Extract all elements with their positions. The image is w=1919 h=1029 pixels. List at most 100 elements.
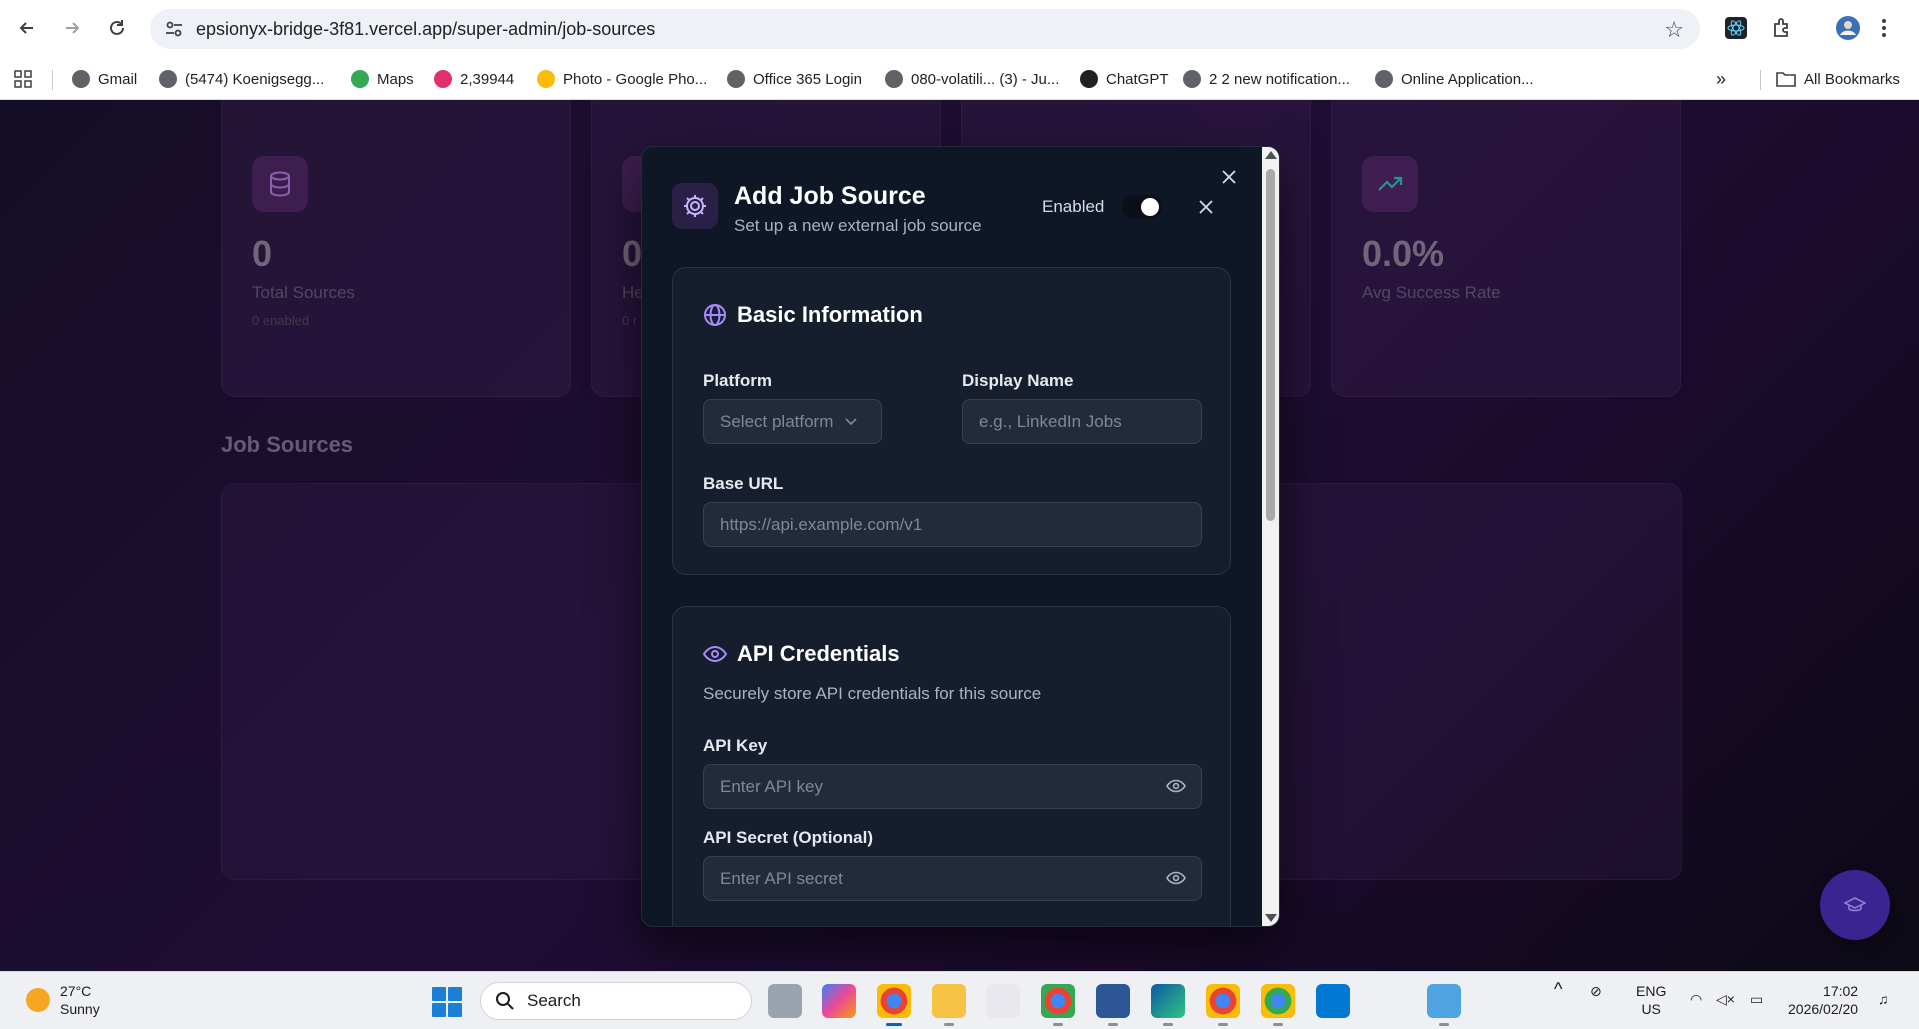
bookmark-item[interactable]: ChatGPT bbox=[1080, 67, 1169, 91]
api-secret-input[interactable] bbox=[703, 856, 1202, 901]
globe-icon bbox=[1375, 70, 1393, 88]
all-bookmarks-button[interactable]: All Bookmarks bbox=[1776, 67, 1900, 91]
close-icon bbox=[1199, 200, 1213, 214]
site-settings-icon[interactable] bbox=[164, 19, 184, 39]
toggle-api-secret-visibility[interactable] bbox=[1165, 867, 1187, 889]
chrome-profile-t-icon[interactable] bbox=[1206, 984, 1240, 1026]
task-view-icon[interactable] bbox=[768, 984, 802, 1018]
panel-heading: Basic Information bbox=[703, 302, 923, 328]
bookmark-label: Office 365 Login bbox=[753, 70, 862, 88]
globe-icon bbox=[704, 304, 726, 326]
eye-icon bbox=[1166, 871, 1186, 885]
bookmark-label: (5474) Koenigsegg... bbox=[185, 70, 325, 88]
onedrive-icon[interactable]: ⊘ bbox=[1590, 982, 1602, 1000]
platform-select[interactable]: Select platform bbox=[703, 399, 882, 444]
weather-widget[interactable]: 27°C Sunny bbox=[26, 982, 100, 1018]
add-job-source-modal: Add Job Source Set up a new external job… bbox=[641, 146, 1280, 927]
taskbar-search[interactable]: Search bbox=[480, 982, 752, 1020]
chrome-profile-t2-icon[interactable] bbox=[1261, 984, 1295, 1026]
globe-icon bbox=[72, 70, 90, 88]
word-icon[interactable] bbox=[1096, 984, 1130, 1026]
bookmark-label: ChatGPT bbox=[1106, 70, 1169, 88]
clock-date: 2026/02/20 bbox=[1788, 1001, 1859, 1017]
globe-icon bbox=[885, 70, 903, 88]
bookmarks-divider-2 bbox=[1760, 70, 1761, 90]
bookmark-item[interactable]: 2 2 new notification... bbox=[1183, 67, 1350, 91]
chrome-profile-x-icon[interactable] bbox=[1041, 984, 1075, 1026]
modal-scroll-area[interactable]: Add Job Source Set up a new external job… bbox=[642, 147, 1264, 926]
bookmark-star-icon[interactable]: ☆ bbox=[1664, 17, 1684, 43]
clock[interactable]: 17:02 2026/02/20 bbox=[1788, 982, 1858, 1018]
modal-scrollbar[interactable] bbox=[1262, 147, 1279, 926]
bookmark-item[interactable]: Online Application... bbox=[1375, 67, 1534, 91]
bookmark-label: Maps bbox=[377, 70, 414, 88]
arrow-left-icon bbox=[19, 22, 33, 34]
url-text[interactable]: epsionyx-bridge-3f81.vercel.app/super-ad… bbox=[196, 19, 655, 40]
dialog-close-button[interactable] bbox=[1217, 165, 1241, 189]
forward-button[interactable] bbox=[57, 13, 87, 43]
base-url-label: Base URL bbox=[703, 474, 784, 493]
react-devtools-icon[interactable] bbox=[1722, 14, 1750, 42]
notepad-icon[interactable] bbox=[1427, 984, 1461, 1026]
windows-start-icon[interactable] bbox=[432, 987, 462, 1017]
tray-overflow-chevron-icon[interactable]: ^ bbox=[1554, 980, 1562, 998]
chrome-active-icon[interactable] bbox=[877, 984, 911, 1026]
arrow-right-icon bbox=[66, 22, 80, 34]
bookmark-item[interactable]: Maps bbox=[351, 67, 414, 91]
panel-title: API Credentials bbox=[737, 641, 900, 666]
bookmark-item[interactable]: Office 365 Login bbox=[727, 67, 862, 91]
file-explorer-icon[interactable] bbox=[932, 984, 966, 1026]
wifi-icon[interactable]: ◠ bbox=[1690, 990, 1702, 1008]
api-credentials-panel: API Credentials Securely store API crede… bbox=[672, 606, 1231, 926]
address-bar[interactable]: epsionyx-bridge-3f81.vercel.app/super-ad… bbox=[150, 9, 1700, 49]
photos-icon[interactable] bbox=[1316, 984, 1350, 1018]
toggle-api-key-visibility[interactable] bbox=[1165, 775, 1187, 797]
weather-text: 27°C Sunny bbox=[60, 982, 100, 1018]
profile-avatar[interactable] bbox=[1834, 14, 1862, 42]
weather-temp: 27°C bbox=[60, 983, 92, 999]
scroll-up-arrow-icon[interactable] bbox=[1265, 151, 1277, 159]
language-indicator[interactable]: ENG US bbox=[1636, 982, 1666, 1018]
bookmark-label: 2,39944 bbox=[460, 70, 515, 88]
bookmark-label: 080-volatili... (3) - Ju... bbox=[911, 70, 1060, 88]
bookmark-item[interactable]: 2,39944 bbox=[434, 67, 514, 91]
chatgpt-icon bbox=[1080, 70, 1098, 88]
panel-title: Basic Information bbox=[737, 302, 923, 327]
enabled-toggle[interactable] bbox=[1122, 195, 1162, 219]
display-name-input[interactable] bbox=[962, 399, 1202, 444]
base-url-input[interactable] bbox=[703, 502, 1202, 547]
bookmark-item[interactable]: Photo - Google Pho... bbox=[537, 67, 707, 91]
settings-icon bbox=[672, 183, 718, 229]
scrollbar-thumb[interactable] bbox=[1266, 169, 1275, 521]
modal-close-button[interactable] bbox=[1194, 195, 1218, 219]
api-key-input[interactable] bbox=[703, 764, 1202, 809]
search-icon bbox=[496, 992, 514, 1010]
modal-subtitle: Set up a new external job source bbox=[734, 216, 982, 235]
bookmarks-bar: Gmail (5474) Koenigsegg... Maps 2,39944 Phot… bbox=[0, 58, 1919, 100]
chrome-menu-icon[interactable] bbox=[1870, 14, 1898, 42]
copilot-icon[interactable] bbox=[822, 984, 856, 1018]
bookmark-label: 2 2 new notification... bbox=[1209, 70, 1350, 88]
edge-icon[interactable] bbox=[1151, 984, 1185, 1026]
more-bookmarks-chevron-icon[interactable]: » bbox=[1716, 67, 1726, 91]
apps-grid-icon[interactable] bbox=[14, 67, 32, 91]
battery-icon[interactable]: ▭ bbox=[1750, 990, 1763, 1008]
microsoft-store-icon[interactable] bbox=[986, 984, 1020, 1018]
platform-label: Platform bbox=[703, 371, 772, 390]
back-button[interactable] bbox=[12, 13, 42, 43]
browser-chrome: epsionyx-bridge-3f81.vercel.app/super-ad… bbox=[0, 0, 1919, 100]
bookmark-item[interactable]: (5474) Koenigsegg... bbox=[159, 67, 324, 91]
panel-heading: API Credentials bbox=[703, 641, 900, 667]
sun-icon bbox=[26, 988, 50, 1012]
reload-button[interactable] bbox=[102, 13, 132, 43]
extensions-icon[interactable] bbox=[1768, 14, 1796, 42]
volume-muted-icon[interactable]: ◁× bbox=[1716, 990, 1735, 1008]
chevron-down-icon bbox=[845, 417, 857, 425]
globe-icon bbox=[1183, 70, 1201, 88]
bookmark-item[interactable]: 080-volatili... (3) - Ju... bbox=[885, 67, 1059, 91]
help-fab-button[interactable] bbox=[1820, 870, 1890, 940]
notification-bell-icon[interactable]: ♫ bbox=[1878, 990, 1889, 1008]
bookmark-item[interactable]: Gmail bbox=[72, 67, 137, 91]
instagram-icon bbox=[434, 70, 452, 88]
scroll-down-arrow-icon[interactable] bbox=[1265, 914, 1277, 922]
